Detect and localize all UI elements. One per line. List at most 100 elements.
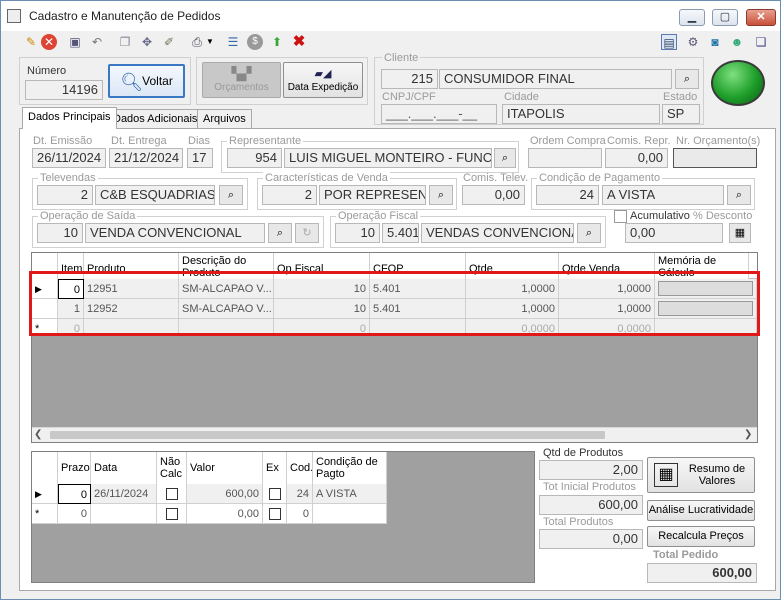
total-pedido-field[interactable]: 600,00 [647,563,757,583]
caracteristicas-code-field[interactable]: 2 [262,185,317,205]
data-expedicao-button[interactable]: ▰◢ Data Expedição [283,62,363,98]
nao-calc-checkbox[interactable] [165,508,178,521]
tab-dados-adicionais[interactable]: Dados Adicionais [107,109,204,129]
export-icon[interactable]: ⬆ [269,34,285,50]
condicao-cell[interactable]: A VISTA [313,484,387,504]
help-icon[interactable]: ❑ [753,34,769,50]
operacao-saida-lookup-icon[interactable]: ⌕ [268,223,292,243]
orcamentos-button[interactable]: ▚▞ Orçamentos [202,62,281,98]
cliente-name-field[interactable]: CONSUMIDOR FINAL [439,69,672,89]
prazo-cell[interactable]: 0 [58,484,91,504]
scroll-left-icon[interactable]: ❮ [34,428,46,442]
edit-icon[interactable]: ✎ [23,34,39,50]
prazo-cell[interactable]: 0 [58,504,91,524]
operacao-fiscal-cfop-field[interactable]: 5.401 [382,223,419,243]
dropdown-icon[interactable]: ▼ [205,34,215,50]
ex-cell[interactable] [263,504,287,524]
cliente-code-field[interactable]: 215 [381,69,438,89]
ex-checkbox[interactable] [268,488,281,501]
televendas-lookup-icon[interactable]: ⌕ [219,185,243,205]
dias-field[interactable]: 17 [187,148,213,168]
comis-repr-field[interactable]: 0,00 [605,148,668,168]
cod-cell[interactable]: 0 [287,504,313,524]
delete-icon[interactable]: ✖ [291,34,307,50]
dollar-icon[interactable]: $ [247,34,263,50]
tab-arquivos[interactable]: Arquivos [197,109,252,129]
representante-name-field[interactable]: LUIS MIGUEL MONTEIRO - FUNCIC [284,148,492,168]
header-ex[interactable]: Ex [263,452,287,484]
restore-button[interactable]: ▢ [712,9,738,26]
user-icon[interactable]: ☻ [729,34,745,50]
tab-dados-principais[interactable]: Dados Principais [22,107,117,129]
condicao-lookup-icon[interactable]: ⌕ [727,185,751,205]
tools-icon[interactable]: ✥ [139,34,155,50]
calculator-icon[interactable]: ▦ [729,223,751,243]
condicao-cell[interactable] [313,504,387,524]
desconto-field[interactable]: 0,00 [625,223,723,243]
acumulativo-checkbox[interactable] [614,210,627,223]
header-cod[interactable]: Cod. [287,452,313,484]
print-icon[interactable]: ⎙ [189,34,205,50]
save-icon[interactable]: ▣ [67,34,83,50]
undo-icon[interactable]: ↶ [89,34,105,50]
recalcula-precos-button[interactable]: Recalcula Preços [647,526,755,547]
scroll-right-icon[interactable]: ❯ [744,428,756,442]
ex-checkbox[interactable] [268,508,281,521]
layout-icon[interactable]: ▤ [661,34,677,50]
caracteristicas-lookup-icon[interactable]: ⌕ [429,185,453,205]
comis-telev-field[interactable]: 0,00 [462,185,525,205]
analise-lucratividade-button[interactable]: Análise Lucratividade [647,500,755,521]
dt-entrega-field[interactable]: 21/12/2024 [109,148,183,168]
condicao-code-field[interactable]: 24 [536,185,599,205]
operacao-saida-code-field[interactable]: 10 [37,223,83,243]
copy-icon[interactable]: ❐ [117,34,133,50]
cnpj-field[interactable]: ___.___.___-__ [381,104,497,124]
close-button[interactable]: ✕ [746,9,776,26]
televendas-code-field[interactable]: 2 [37,185,93,205]
operacao-saida-name-field[interactable]: VENDA CONVENCIONAL [85,223,265,243]
resumo-valores-button[interactable]: ▦ Resumo de Valores [647,457,755,493]
caracteristicas-name-field[interactable]: POR REPRESENT [319,185,426,205]
ordem-compra-field[interactable] [528,148,602,168]
televendas-name-field[interactable]: C&B ESQUADRIAS [95,185,215,205]
total-produtos-field[interactable]: 0,00 [539,529,643,549]
list-icon[interactable]: ☰ [225,34,241,50]
scroll-thumb[interactable] [50,431,605,439]
broom-icon[interactable]: ✐ [161,34,177,50]
header-condicao[interactable]: Condição de Pagto [313,452,387,484]
operacao-fiscal-code-field[interactable]: 10 [335,223,380,243]
cod-cell[interactable]: 24 [287,484,313,504]
cidade-field[interactable]: ITAPOLIS [502,104,660,124]
refresh-icon[interactable]: ◙ [707,34,723,50]
operacao-saida-refresh-icon[interactable]: ↻ [295,223,319,243]
nao-calc-cell[interactable] [157,484,187,504]
valor-cell[interactable]: 600,00 [187,484,263,504]
settings-icon[interactable]: ⚙ [685,34,701,50]
header-valor[interactable]: Valor [187,452,263,484]
header-prazo[interactable]: Prazo [58,452,91,484]
cliente-lookup-icon[interactable]: ⌕ [675,69,699,89]
ex-cell[interactable] [263,484,287,504]
nao-calc-checkbox[interactable] [165,488,178,501]
operacao-fiscal-lookup-icon[interactable]: ⌕ [577,223,601,243]
qtd-produtos-field[interactable]: 2,00 [539,460,643,480]
representante-lookup-icon[interactable]: ⌕ [494,148,516,168]
nr-orcamento-field[interactable] [673,148,757,168]
estado-field[interactable]: SP [662,104,700,124]
header-nao-calc[interactable]: Não Calc [157,452,187,484]
header-data[interactable]: Data [91,452,157,484]
nao-calc-cell[interactable] [157,504,187,524]
tot-inicial-field[interactable]: 600,00 [539,495,643,515]
items-horizontal-scrollbar[interactable]: ❮ ❯ [32,427,757,442]
valor-cell[interactable]: 0,00 [187,504,263,524]
dt-emissao-field[interactable]: 26/11/2024 [32,148,106,168]
representante-code-field[interactable]: 954 [227,148,282,168]
numero-field[interactable]: 14196 [25,80,103,100]
cancel-icon[interactable]: ✕ [41,34,57,50]
condicao-name-field[interactable]: A VISTA [602,185,724,205]
minimize-button[interactable]: ▁ [679,9,705,26]
data-cell[interactable]: 26/11/2024 [91,484,157,504]
data-cell[interactable] [91,504,157,524]
voltar-button[interactable]: 🔍︎Voltar [108,64,185,98]
operacao-fiscal-name-field[interactable]: VENDAS CONVENCIONA [421,223,574,243]
